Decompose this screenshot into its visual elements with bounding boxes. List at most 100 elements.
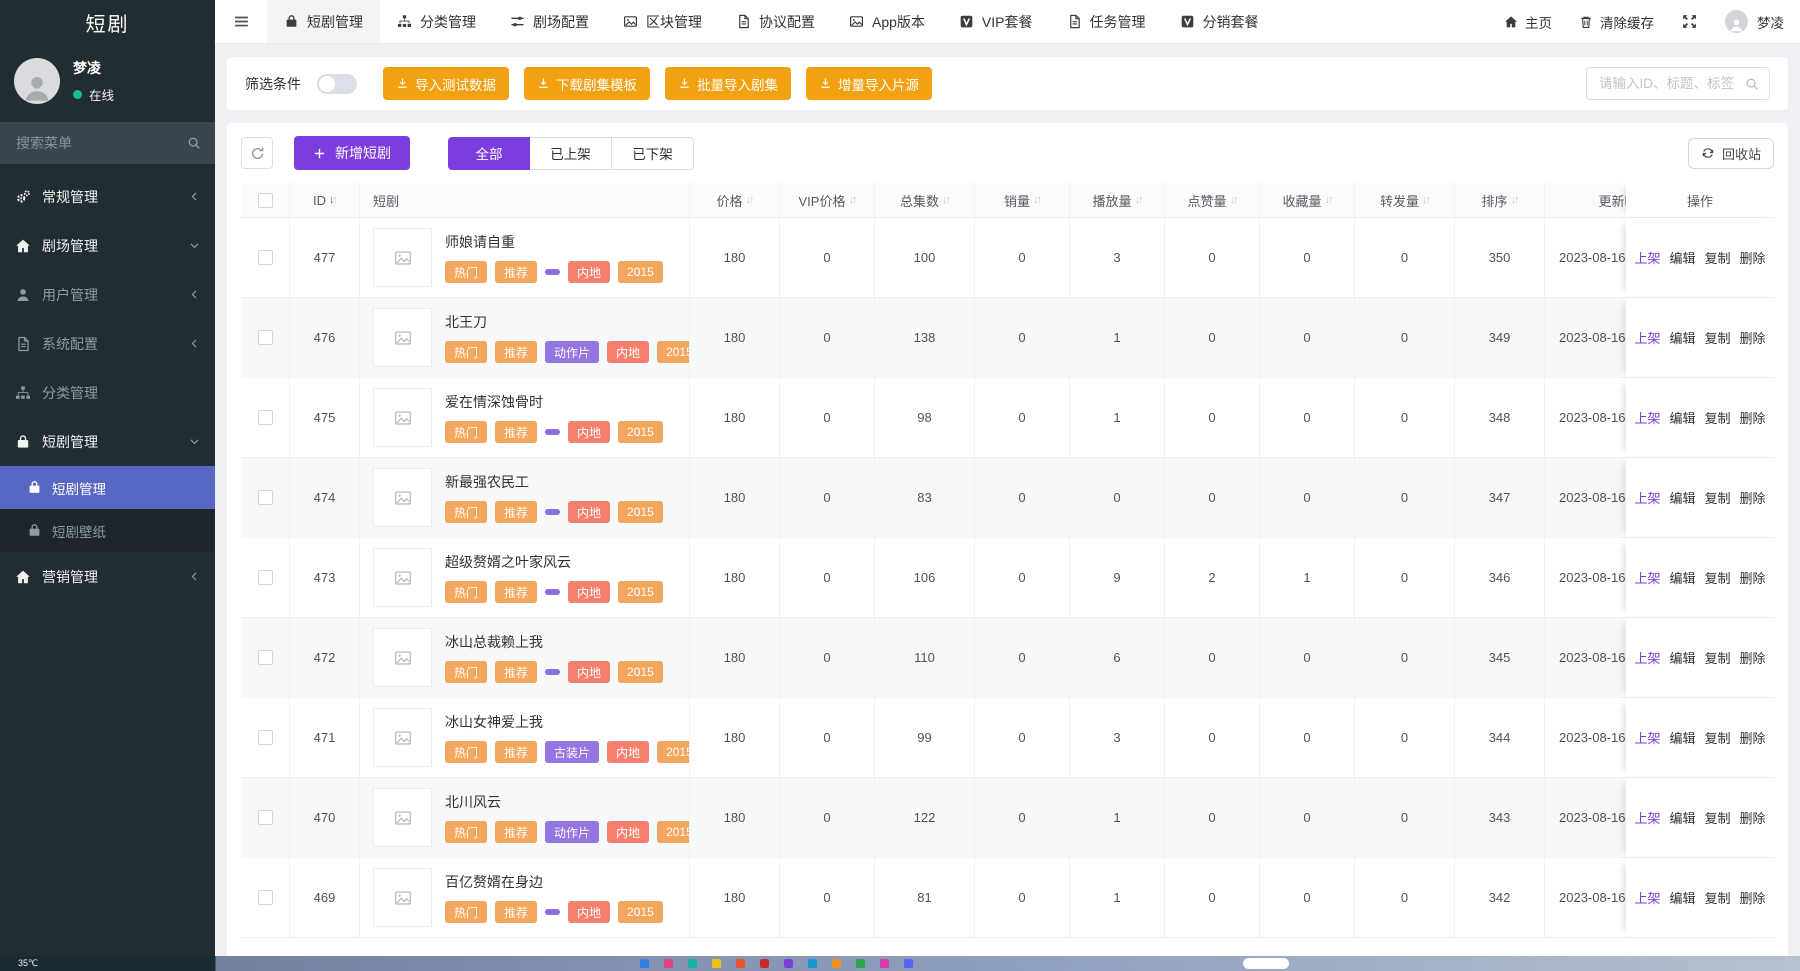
filter-button-导入测试数据[interactable]: 导入测试数据 xyxy=(383,67,509,100)
action-编辑[interactable]: 编辑 xyxy=(1669,648,1695,667)
taskbar-app-icon-2[interactable] xyxy=(688,959,697,968)
sidebar-item-剧场管理[interactable]: 剧场管理 xyxy=(0,221,215,270)
tab-VIP套餐[interactable]: VIP套餐 xyxy=(942,0,1050,43)
taskbar-app-icon-8[interactable] xyxy=(832,959,841,968)
search-icon[interactable] xyxy=(187,136,201,150)
topbar-user[interactable]: 梦凌 xyxy=(1725,10,1784,33)
action-上架[interactable]: 上架 xyxy=(1634,728,1660,747)
action-复制[interactable]: 复制 xyxy=(1705,808,1731,827)
action-上架[interactable]: 上架 xyxy=(1634,888,1660,907)
add-drama-button[interactable]: 新增短剧 xyxy=(294,136,410,170)
select-all-checkbox[interactable] xyxy=(258,193,273,208)
fullscreen-icon[interactable] xyxy=(1681,13,1698,30)
action-复制[interactable]: 复制 xyxy=(1705,568,1731,587)
action-上架[interactable]: 上架 xyxy=(1634,648,1660,667)
header-episodes[interactable]: 总集数↓↑ xyxy=(875,183,975,217)
taskbar-app-icon-5[interactable] xyxy=(760,959,769,968)
action-编辑[interactable]: 编辑 xyxy=(1669,248,1695,267)
sort-icon[interactable]: ↓↑ xyxy=(1135,195,1142,206)
filter-toggle[interactable] xyxy=(317,74,357,94)
segment-已下架[interactable]: 已下架 xyxy=(612,137,694,170)
action-删除[interactable]: 删除 xyxy=(1740,328,1766,347)
header-plays[interactable]: 播放量↓↑ xyxy=(1070,183,1165,217)
taskbar-app-icon-4[interactable] xyxy=(736,959,745,968)
hamburger-button[interactable] xyxy=(215,0,267,43)
topbar-link-主页[interactable]: 主页 xyxy=(1504,12,1552,32)
topbar-link-清除缓存[interactable]: 清除缓存 xyxy=(1579,12,1654,32)
taskbar-app-icon-1[interactable] xyxy=(664,959,673,968)
header-id[interactable]: ID↓↑ xyxy=(290,183,360,217)
row-checkbox[interactable] xyxy=(258,810,273,825)
tab-协议配置[interactable]: 协议配置 xyxy=(719,0,832,43)
action-复制[interactable]: 复制 xyxy=(1705,248,1731,267)
taskbar-tray-pill[interactable] xyxy=(1243,958,1289,969)
sidebar-item-营销管理[interactable]: 营销管理 xyxy=(0,552,215,601)
action-上架[interactable]: 上架 xyxy=(1634,808,1660,827)
table-search-input[interactable] xyxy=(1597,75,1737,92)
action-删除[interactable]: 删除 xyxy=(1740,568,1766,587)
action-上架[interactable]: 上架 xyxy=(1634,488,1660,507)
header-likes[interactable]: 点赞量↓↑ xyxy=(1165,183,1260,217)
row-checkbox[interactable] xyxy=(258,570,273,585)
header-vip[interactable]: VIP价格↓↑ xyxy=(780,183,875,217)
action-删除[interactable]: 删除 xyxy=(1740,888,1766,907)
action-删除[interactable]: 删除 xyxy=(1740,488,1766,507)
tab-短剧管理[interactable]: 短剧管理 xyxy=(267,0,380,43)
search-icon[interactable] xyxy=(1745,77,1759,91)
action-删除[interactable]: 删除 xyxy=(1740,408,1766,427)
header-shares[interactable]: 转发量↓↑ xyxy=(1355,183,1455,217)
filter-button-批量导入剧集[interactable]: 批量导入剧集 xyxy=(665,67,791,100)
sort-icon[interactable]: ↓↑ xyxy=(942,195,949,206)
filter-button-下载剧集模板[interactable]: 下载剧集模板 xyxy=(524,67,650,100)
recycle-bin-button[interactable]: 回收站 xyxy=(1688,138,1774,169)
row-checkbox[interactable] xyxy=(258,490,273,505)
tab-App版本[interactable]: App版本 xyxy=(832,0,942,43)
action-编辑[interactable]: 编辑 xyxy=(1669,728,1695,747)
row-checkbox[interactable] xyxy=(258,730,273,745)
action-编辑[interactable]: 编辑 xyxy=(1669,328,1695,347)
action-删除[interactable]: 删除 xyxy=(1740,248,1766,267)
action-编辑[interactable]: 编辑 xyxy=(1669,488,1695,507)
taskbar-app-icon-10[interactable] xyxy=(880,959,889,968)
action-复制[interactable]: 复制 xyxy=(1705,648,1731,667)
row-checkbox[interactable] xyxy=(258,650,273,665)
sort-icon[interactable]: ↓↑ xyxy=(848,195,855,206)
action-复制[interactable]: 复制 xyxy=(1705,328,1731,347)
header-favorites[interactable]: 收藏量↓↑ xyxy=(1260,183,1355,217)
sidebar-search-input[interactable] xyxy=(14,134,164,152)
sort-icon[interactable]: ↓↑ xyxy=(1422,195,1429,206)
action-编辑[interactable]: 编辑 xyxy=(1669,568,1695,587)
sidebar-item-系统配置[interactable]: 系统配置 xyxy=(0,319,215,368)
action-上架[interactable]: 上架 xyxy=(1634,248,1660,267)
action-复制[interactable]: 复制 xyxy=(1705,888,1731,907)
taskbar-app-icon-9[interactable] xyxy=(856,959,865,968)
taskbar-app-icon-11[interactable] xyxy=(904,959,913,968)
taskbar-app-icon-7[interactable] xyxy=(808,959,817,968)
tab-区块管理[interactable]: 区块管理 xyxy=(606,0,719,43)
action-上架[interactable]: 上架 xyxy=(1634,568,1660,587)
row-checkbox[interactable] xyxy=(258,890,273,905)
taskbar-app-icon-0[interactable] xyxy=(640,959,649,968)
segment-已上架[interactable]: 已上架 xyxy=(530,137,612,170)
sort-icon[interactable]: ↓↑ xyxy=(746,195,753,206)
sidebar-item-用户管理[interactable]: 用户管理 xyxy=(0,270,215,319)
sidebar-item-短剧管理[interactable]: 短剧管理 xyxy=(0,417,215,466)
action-编辑[interactable]: 编辑 xyxy=(1669,888,1695,907)
action-复制[interactable]: 复制 xyxy=(1705,488,1731,507)
action-删除[interactable]: 删除 xyxy=(1740,808,1766,827)
action-上架[interactable]: 上架 xyxy=(1634,408,1660,427)
filter-button-增量导入片源[interactable]: 增量导入片源 xyxy=(806,67,932,100)
row-checkbox[interactable] xyxy=(258,250,273,265)
row-checkbox[interactable] xyxy=(258,330,273,345)
sidebar-item-分类管理[interactable]: 分类管理 xyxy=(0,368,215,417)
os-taskbar[interactable]: 35℃ xyxy=(0,956,1800,971)
sort-icon[interactable]: ↓↑ xyxy=(1325,195,1332,206)
row-checkbox[interactable] xyxy=(258,410,273,425)
taskbar-app-icon-6[interactable] xyxy=(784,959,793,968)
sort-icon[interactable]: ↓↑ xyxy=(1511,195,1518,206)
action-复制[interactable]: 复制 xyxy=(1705,408,1731,427)
tab-分销套餐[interactable]: 分销套餐 xyxy=(1163,0,1276,43)
refresh-button[interactable] xyxy=(241,137,273,169)
tab-任务管理[interactable]: 任务管理 xyxy=(1050,0,1163,43)
taskbar-app-icon-3[interactable] xyxy=(712,959,721,968)
